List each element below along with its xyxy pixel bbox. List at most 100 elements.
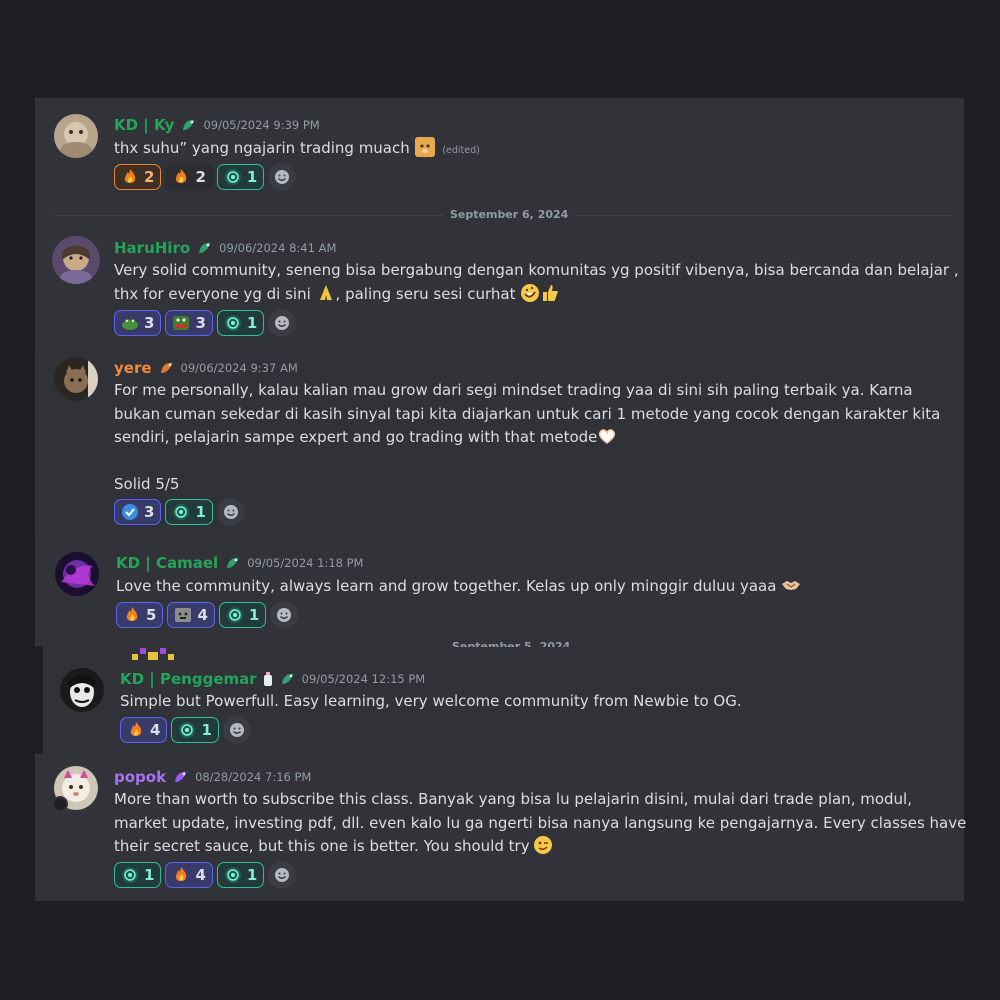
message-line: More than worth to subscribe this class.… xyxy=(114,790,912,808)
reaction-count: 1 xyxy=(246,866,258,884)
dragon-badge-icon xyxy=(160,362,173,373)
reaction-cat[interactable]: 4 xyxy=(167,602,215,628)
message-line: sendiri, pelajarin sampe expert and go t… xyxy=(114,428,598,446)
avatar[interactable] xyxy=(60,668,104,712)
reaction-gear-coin[interactable]: 1 xyxy=(218,602,267,628)
thumbs-up-emoji-icon xyxy=(543,284,558,301)
reaction-count: 1 xyxy=(248,606,260,624)
username[interactable]: popok xyxy=(114,768,166,786)
message-line: For me personally, kalau kalian mau grow… xyxy=(114,381,913,399)
gear-coin-icon xyxy=(226,607,243,623)
timestamp: 09/06/2024 8:41 AM xyxy=(219,241,337,255)
reaction-count: 4 xyxy=(197,606,208,624)
fire-icon xyxy=(176,867,187,881)
smiley-icon xyxy=(277,608,292,622)
username[interactable]: KD | Ky xyxy=(114,116,174,134)
message-line: Very solid community, seneng bisa bergab… xyxy=(114,261,959,279)
status-badge xyxy=(52,796,68,812)
add-reaction-button[interactable] xyxy=(216,498,245,526)
reaction-fire[interactable]: 5 xyxy=(116,602,164,628)
reaction-gear-coin[interactable]: 1 xyxy=(165,499,213,525)
reaction-count: 1 xyxy=(246,168,258,186)
timestamp: 09/05/2024 12:15 PM xyxy=(301,672,426,686)
handshake-emoji-icon xyxy=(782,581,801,590)
timestamp: 09/06/2024 9:37 AM xyxy=(180,361,298,375)
gear-coin-icon xyxy=(179,722,196,738)
gear-coin-icon xyxy=(173,504,190,520)
reaction-count: 4 xyxy=(150,721,161,739)
reaction-gear-coin[interactable]: 1 xyxy=(114,862,162,888)
reaction-fire[interactable]: 4 xyxy=(120,717,168,743)
add-reaction-button[interactable] xyxy=(268,309,297,337)
rofl-emoji-icon xyxy=(521,283,540,302)
reaction-fire[interactable]: 2 xyxy=(114,164,162,190)
fire-icon xyxy=(124,169,136,183)
reaction-fire[interactable]: 2 xyxy=(165,164,213,190)
reaction-count: 2 xyxy=(195,168,206,186)
reaction-count: 3 xyxy=(144,314,155,332)
edited-label: (edited) xyxy=(442,145,480,156)
message-line: their secret sauce, but this one is bett… xyxy=(114,837,530,855)
reaction-gear-coin[interactable]: 1 xyxy=(171,717,219,743)
username[interactable]: HaruHiro xyxy=(114,239,190,257)
add-reaction-button[interactable] xyxy=(222,716,251,744)
reaction-count: 1 xyxy=(246,314,258,332)
message-text: thx suhu” yang ngajarin trading muach xyxy=(114,139,410,157)
username[interactable]: yere xyxy=(114,359,152,377)
praying-hands-emoji-icon xyxy=(319,284,332,300)
add-reaction-button[interactable] xyxy=(268,163,297,191)
gear-coin-icon xyxy=(224,867,241,883)
gear-coin-icon xyxy=(224,169,241,185)
reaction-count: 1 xyxy=(195,503,206,521)
reaction-fire[interactable]: 4 xyxy=(165,862,213,888)
message-line: Solid 5/5 xyxy=(114,475,180,493)
avatar[interactable] xyxy=(55,552,99,596)
reaction-gear-coin[interactable]: 1 xyxy=(216,862,265,888)
username[interactable]: KD | Penggemar xyxy=(120,670,257,688)
message-text: Simple but Powerfull. Easy learning, ver… xyxy=(120,692,742,710)
smiley-icon xyxy=(223,505,238,519)
verified-icon xyxy=(122,504,138,520)
reaction-gear-coin[interactable]: 1 xyxy=(216,310,265,336)
reaction-count: 3 xyxy=(195,314,206,332)
fire-icon xyxy=(176,169,187,183)
reaction-verified[interactable]: 3 xyxy=(114,499,162,525)
avatar[interactable] xyxy=(54,357,98,401)
fire-icon xyxy=(126,607,138,621)
message-line: bukan cuman sekedar di kasih sinyal tapi… xyxy=(114,404,941,423)
reaction-count: 4 xyxy=(195,866,206,884)
frog-icon xyxy=(122,319,138,330)
frog-face-icon xyxy=(173,316,190,330)
message-text: , paling seru sesi curhat xyxy=(335,284,516,303)
smiley-icon xyxy=(275,868,290,882)
reaction-count: 3 xyxy=(144,503,155,521)
message-text: thx for everyone yg di sini xyxy=(114,284,311,303)
avatar[interactable] xyxy=(54,114,98,158)
dragon-badge-icon xyxy=(199,242,212,253)
heart-hands-emoji-icon xyxy=(599,429,616,444)
smiley-icon xyxy=(275,170,290,184)
message-line: market update, investing pdf, dll. even … xyxy=(114,813,967,832)
timestamp: 09/05/2024 1:18 PM xyxy=(247,556,364,570)
add-reaction-button[interactable] xyxy=(270,601,299,629)
smiley-icon xyxy=(229,723,244,737)
gear-coin-icon xyxy=(122,867,138,883)
gear-coin-icon xyxy=(224,315,241,331)
reaction-gear-coin[interactable]: 1 xyxy=(216,164,265,190)
reaction-count: 5 xyxy=(146,606,157,624)
timestamp: 09/05/2024 9:39 PM xyxy=(203,118,320,132)
fire-icon xyxy=(130,722,142,736)
avatar[interactable] xyxy=(52,236,100,284)
message-text: Love the community, always learn and gro… xyxy=(116,577,777,595)
username[interactable]: KD | Camael xyxy=(116,554,218,572)
add-reaction-button[interactable] xyxy=(268,861,297,889)
reaction-count: 1 xyxy=(201,721,212,739)
reaction-frog-face[interactable]: 3 xyxy=(165,310,213,336)
reaction-frog[interactable]: 3 xyxy=(114,310,162,336)
dragon-badge-icon xyxy=(227,557,240,568)
reaction-count: 1 xyxy=(144,866,155,884)
reaction-count: 2 xyxy=(144,168,155,186)
baby-bottle-icon xyxy=(263,672,272,686)
wink-emoji-icon xyxy=(533,836,552,854)
dragon-badge-icon xyxy=(175,771,188,782)
